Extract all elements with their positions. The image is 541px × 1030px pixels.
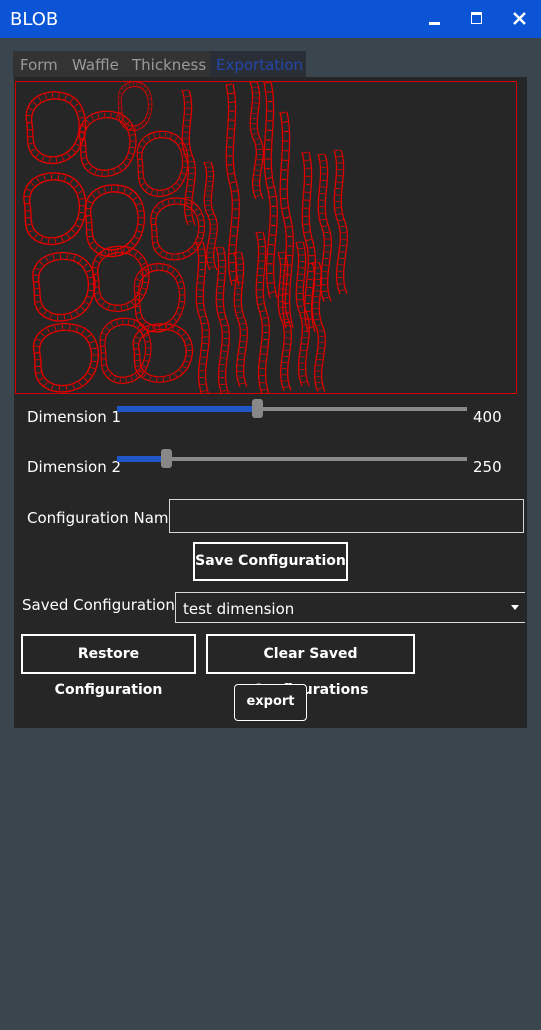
window-title: BLOB bbox=[10, 9, 59, 30]
slider-thumb[interactable] bbox=[161, 449, 172, 468]
tab-waffle[interactable]: Waffle bbox=[72, 51, 130, 77]
tab-exportation[interactable]: Exportation bbox=[210, 51, 306, 77]
dimension-2-value: 250 bbox=[473, 458, 502, 476]
selected-configuration: test dimension bbox=[183, 600, 295, 618]
blob-preview bbox=[15, 81, 517, 394]
title-bar[interactable]: BLOB bbox=[0, 0, 541, 38]
dimension-1-slider[interactable] bbox=[117, 399, 467, 419]
save-configuration-button[interactable]: Save Configuration bbox=[193, 542, 348, 581]
dimension-2-slider[interactable] bbox=[117, 449, 467, 469]
export-button[interactable]: export bbox=[234, 684, 307, 721]
blob-pattern-graphic bbox=[16, 82, 516, 393]
minimize-icon[interactable] bbox=[418, 0, 452, 38]
tab-form[interactable]: Form bbox=[13, 51, 70, 77]
slider-fill bbox=[117, 456, 166, 462]
configuration-name-label: Configuration Name bbox=[27, 509, 178, 527]
slider-thumb[interactable] bbox=[252, 399, 263, 418]
dimension-1-label: Dimension 1 bbox=[27, 408, 122, 426]
dimension-1-value: 400 bbox=[473, 408, 502, 426]
slider-fill bbox=[117, 406, 257, 412]
configuration-name-input[interactable] bbox=[169, 499, 524, 533]
clear-saved-configurations-button[interactable]: Clear Saved Configurations bbox=[206, 634, 415, 698]
chevron-down-icon bbox=[511, 605, 519, 610]
restore-configuration-button[interactable]: Restore Configuration bbox=[21, 634, 196, 698]
tab-bar: Form Waffle Thickness Exportation bbox=[13, 51, 306, 77]
saved-configurations-select[interactable]: test dimension bbox=[175, 592, 525, 623]
tab-thickness[interactable]: Thickness bbox=[132, 51, 210, 77]
maximize-icon[interactable] bbox=[460, 0, 494, 38]
dimension-2-label: Dimension 2 bbox=[27, 458, 122, 476]
saved-configurations-label: Saved Configurations bbox=[22, 596, 183, 614]
close-icon[interactable] bbox=[502, 0, 536, 38]
